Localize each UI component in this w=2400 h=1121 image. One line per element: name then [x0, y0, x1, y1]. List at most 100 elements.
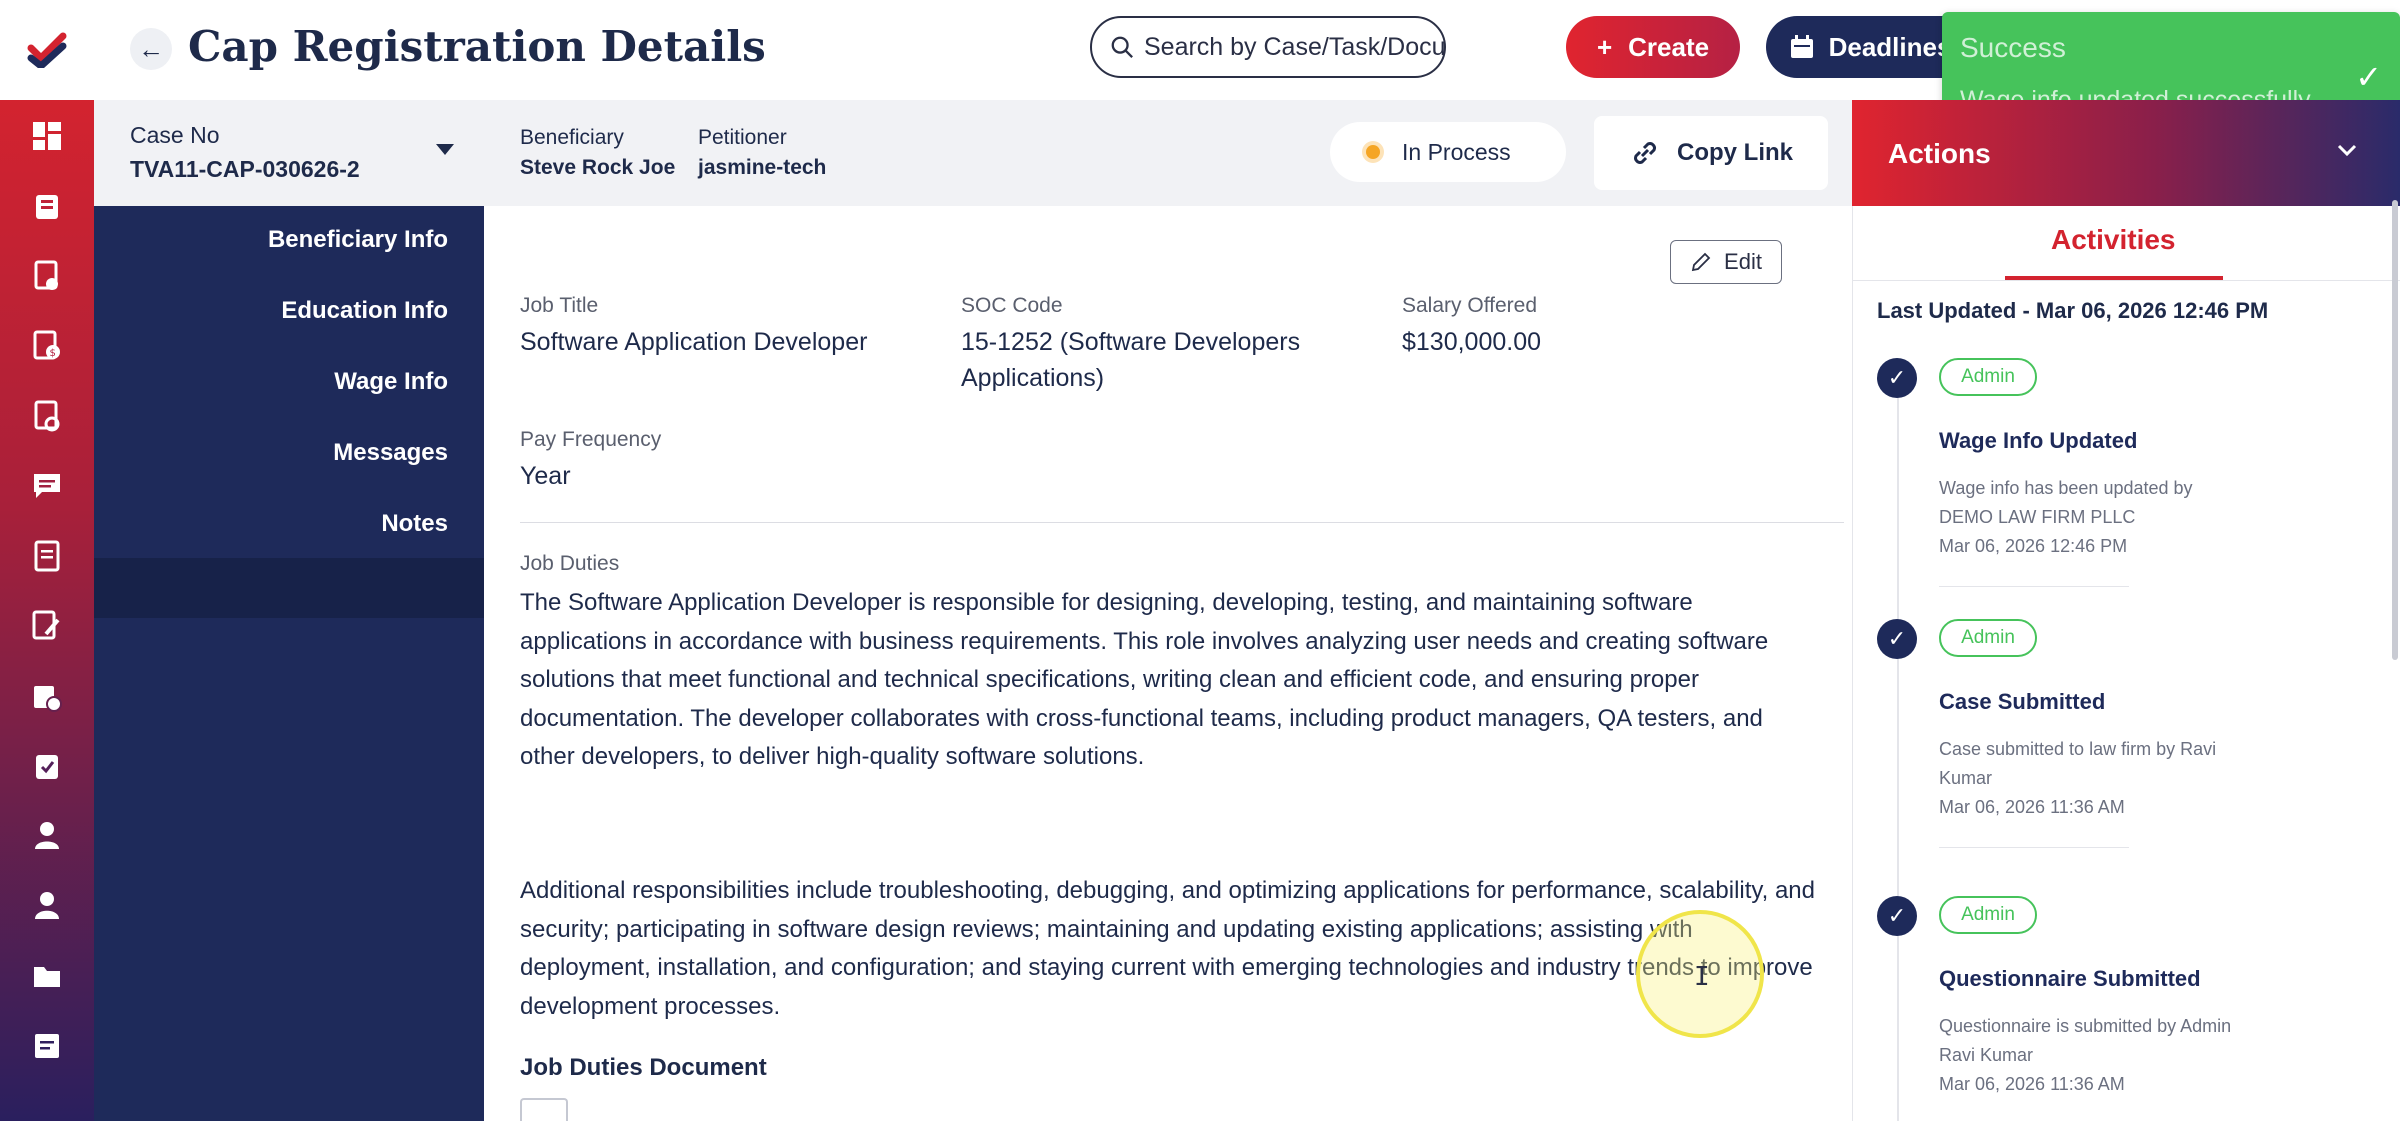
petitioner-label: Petitioner — [698, 126, 787, 149]
nav-item-beneficiary-info[interactable]: Beneficiary Info — [268, 226, 448, 254]
section-divider — [520, 522, 1844, 523]
calendar-icon — [1790, 35, 1813, 58]
search-icon — [1111, 36, 1133, 58]
activity-divider — [1939, 847, 2129, 848]
link-icon — [1634, 142, 1656, 164]
last-updated-text: Last Updated - Mar 06, 2026 12:46 PM — [1877, 298, 2269, 323]
copy-link-label: Copy Link — [1676, 139, 1793, 166]
notes-icon[interactable] — [27, 536, 67, 576]
section-nav: Beneficiary Info Education Info Wage Inf… — [94, 206, 484, 1121]
create-button[interactable]: + Create — [1566, 16, 1740, 78]
arrow-left-icon: ← — [138, 33, 164, 64]
app-logo[interactable] — [0, 0, 94, 100]
case-no-value: TVA11-CAP-030626-2 — [130, 156, 360, 182]
search-box[interactable] — [1090, 16, 1446, 78]
job-duties-document-label: Job Duties Document — [520, 1054, 767, 1081]
status-text: In Process — [1402, 138, 1511, 165]
pay-frequency-value: Year — [520, 462, 571, 490]
cases-icon[interactable] — [27, 186, 67, 226]
nav-item-messages[interactable]: Messages — [333, 439, 448, 467]
activity-description: Case submitted to law firm by Ravi Kumar… — [1939, 735, 2279, 822]
report-icon[interactable] — [27, 396, 67, 436]
activity-desc-line: DEMO LAW FIRM PLLC — [1939, 507, 2136, 527]
document-check-icon[interactable] — [27, 256, 67, 296]
toast-title: Success — [1960, 32, 2066, 63]
user-icon[interactable] — [27, 816, 67, 856]
role-badge: Admin — [1939, 358, 2037, 396]
activity-divider — [1939, 586, 2129, 587]
petitioner-value: jasmine-tech — [698, 156, 827, 179]
page-title: Cap Registration Details — [188, 22, 766, 71]
activity-time: Mar 06, 2026 11:36 AM — [1939, 1074, 2125, 1094]
deadlines-label: Deadlines — [1828, 31, 1952, 62]
pay-frequency-label: Pay Frequency — [520, 428, 662, 451]
activity-desc-line: Kumar — [1939, 768, 1993, 788]
document-icon[interactable] — [520, 1098, 568, 1121]
actions-header[interactable]: Actions — [1852, 100, 2400, 206]
folder-icon[interactable] — [27, 956, 67, 996]
check-icon: ✓ — [2355, 59, 2382, 95]
back-button[interactable]: ← — [130, 28, 172, 70]
activity-title: Questionnaire Submitted — [1939, 966, 2201, 991]
templates-icon[interactable] — [27, 1026, 67, 1066]
search-input[interactable] — [1144, 32, 1444, 62]
case-no-label: Case No — [130, 122, 220, 148]
role-badge: Admin — [1939, 619, 2037, 657]
check-circle-icon: ✓ — [1877, 896, 1917, 936]
check-circle-icon: ✓ — [1877, 358, 1917, 398]
beneficiary-value: Steve Rock Joe — [520, 156, 676, 179]
beneficiary-label: Beneficiary — [520, 126, 624, 149]
logo-icon — [27, 32, 67, 68]
activity-time: Mar 06, 2026 12:46 PM — [1939, 536, 2128, 556]
messages-icon[interactable] — [27, 466, 67, 506]
nav-item-notes[interactable]: Notes — [381, 510, 448, 538]
case-dropdown-caret-icon[interactable] — [436, 144, 454, 155]
text-cursor-icon: I — [1694, 962, 1710, 992]
nav-item-education-info[interactable]: Education Info — [281, 297, 448, 325]
invoice-icon[interactable]: $ — [27, 326, 67, 366]
job-title-value: Software Application Developer — [520, 328, 868, 356]
activities-scrollbar[interactable] — [2392, 200, 2398, 660]
activity-desc-line: Wage info has been updated by — [1939, 478, 2193, 498]
job-duties-paragraph-1: The Software Application Developer is re… — [520, 589, 1769, 770]
activity-desc-line: Ravi Kumar — [1939, 1045, 2034, 1065]
role-badge: Admin — [1939, 896, 2037, 934]
edit-button[interactable]: Edit — [1670, 240, 1782, 284]
soc-code-value-line2: Applications) — [961, 364, 1105, 392]
team-icon[interactable] — [27, 886, 67, 926]
activity-item: ✓ Admin Wage Info Updated Wage info has … — [1853, 358, 2400, 618]
create-label: Create — [1628, 31, 1710, 62]
activity-time: Mar 06, 2026 11:36 AM — [1939, 797, 2125, 817]
activity-desc-line: Case submitted to law firm by Ravi — [1939, 739, 2217, 759]
soc-code-label: SOC Code — [961, 294, 1063, 317]
tab-divider — [1853, 280, 2400, 281]
activity-description: Wage info has been updated by DEMO LAW F… — [1939, 474, 2279, 561]
activities-panel: Activities Last Updated - Mar 06, 2026 1… — [1852, 206, 2400, 1121]
job-duties-paragraph-2: Additional responsibilities include trou… — [520, 877, 1816, 1020]
dashboard-icon[interactable] — [27, 116, 67, 156]
edit-label: Edit — [1724, 249, 1762, 274]
active-nav-highlight — [94, 558, 484, 618]
activity-description: Questionnaire is submitted by Admin Ravi… — [1939, 1012, 2279, 1099]
svg-text:$: $ — [50, 348, 56, 359]
case-info-bar: Case No TVA11-CAP-030626-2 Beneficiary S… — [94, 100, 1852, 206]
status-dot-icon — [1366, 145, 1380, 159]
tasks-icon[interactable] — [27, 746, 67, 786]
check-circle-icon: ✓ — [1877, 619, 1917, 659]
activity-desc-line: Questionnaire is submitted by Admin — [1939, 1016, 2232, 1036]
actions-title: Actions — [1888, 138, 1991, 169]
activity-item: ✓ Admin Questionnaire Submitted Question… — [1853, 896, 2400, 1121]
job-title-label: Job Title — [520, 294, 599, 317]
soc-code-value-line1: 15-1252 (Software Developers — [961, 328, 1301, 356]
job-duties-label: Job Duties — [520, 552, 620, 575]
tab-activities[interactable]: Activities — [2051, 224, 2176, 256]
copy-link-button[interactable]: Copy Link — [1594, 116, 1828, 190]
activity-item: ✓ Admin Case Submitted Case submitted to… — [1853, 619, 2400, 879]
nav-item-wage-info[interactable]: Wage Info — [334, 368, 448, 396]
chevron-down-icon[interactable] — [2336, 136, 2358, 164]
forms-icon[interactable] — [27, 606, 67, 646]
pencil-icon — [1691, 252, 1711, 272]
plus-icon: + — [1596, 31, 1613, 62]
activity-title: Wage Info Updated — [1939, 428, 2138, 453]
clients-icon[interactable] — [27, 676, 67, 716]
